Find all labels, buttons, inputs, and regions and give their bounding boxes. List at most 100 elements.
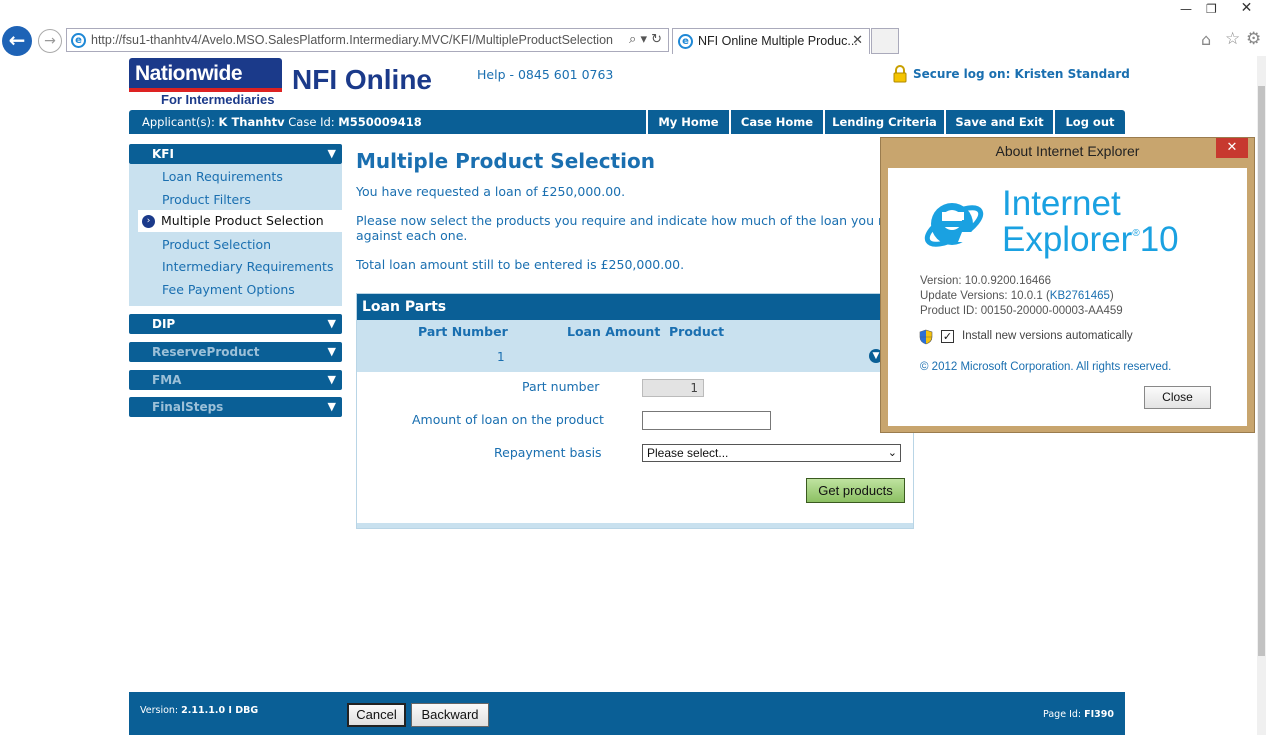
help-phone: Help - 0845 601 0763 xyxy=(477,67,614,82)
close-button[interactable]: Close xyxy=(1144,386,1211,409)
back-arrow-icon[interactable]: ← xyxy=(2,26,32,56)
backward-button[interactable]: Backward xyxy=(411,703,489,727)
sidebar-finalsteps-label: FinalSteps xyxy=(152,400,224,414)
forward-arrow-icon[interactable]: → xyxy=(38,29,62,53)
version-info: Version: 2.11.1.0 I DBG xyxy=(140,705,258,716)
ie-update-versions: Update Versions: 10.0.1 (KB2761465) xyxy=(920,290,1114,302)
dialog-close-icon[interactable]: ✕ xyxy=(1216,138,1248,158)
sidebar-section-reserveproduct[interactable]: ReserveProduct ▼ xyxy=(129,342,342,362)
sidebar-item-loan-requirements[interactable]: Loan Requirements xyxy=(162,169,283,184)
sidebar-kfi-label: KFI xyxy=(152,147,174,161)
nav-save-and-exit[interactable]: Save and Exit xyxy=(944,110,1053,134)
home-icon[interactable]: ⌂ xyxy=(1201,30,1211,49)
cancel-button[interactable]: Cancel xyxy=(347,703,406,727)
address-bar[interactable]: e http://fsu1-thanhtv4/Avelo.MSO.SalesPl… xyxy=(66,28,669,52)
kb-link[interactable]: KB2761465 xyxy=(1050,290,1110,302)
trademark-mark: ® xyxy=(1132,228,1140,239)
loan-parts-table-header: Part Number Loan Amount Product 1 ▼ xyxy=(357,320,913,372)
tab-title: NFI Online Multiple Produc... xyxy=(698,34,858,48)
applicant-name: K Thanhtv xyxy=(218,115,285,129)
part-number-label: Part number xyxy=(522,379,600,394)
window-close-icon[interactable]: ✕ xyxy=(1227,0,1266,20)
loan-parts-footer xyxy=(357,523,913,528)
secure-logon-text: Secure log on: Kristen Standard xyxy=(913,67,1130,81)
ie-name-line1: Internet xyxy=(1002,184,1121,223)
dialog-body: Internet Explorer®10 Version: 10.0.9200.… xyxy=(888,168,1247,426)
ie-version: Version: 10.0.9200.16466 xyxy=(920,275,1052,287)
logo-subtitle: For Intermediaries xyxy=(161,92,275,107)
ie-product-id: Product ID: 00150-20000-00003-AA459 xyxy=(920,305,1123,317)
sidebar-active-label: Multiple Product Selection xyxy=(161,213,324,228)
auto-update-checkbox[interactable]: ✓ xyxy=(941,330,954,343)
uac-shield-icon xyxy=(919,329,933,345)
kfi-panel: Loan Requirements Product Filters Produc… xyxy=(129,164,342,306)
nav-lending-criteria[interactable]: Lending Criteria xyxy=(823,110,944,134)
get-products-button[interactable]: Get products xyxy=(806,478,905,503)
page-id-value: FI390 xyxy=(1084,709,1114,720)
remaining-amount-text: Total loan amount still to be entered is… xyxy=(356,257,685,272)
dialog-title: About Internet Explorer xyxy=(995,143,1140,159)
sidebar-dip-label: DIP xyxy=(152,317,176,331)
chevron-down-icon: ▼ xyxy=(327,400,336,413)
amount-label: Amount of loan on the product xyxy=(412,412,604,427)
address-url[interactable]: http://fsu1-thanhtv4/Avelo.MSO.SalesPlat… xyxy=(91,33,613,47)
sidebar-section-dip[interactable]: DIP ▼ xyxy=(129,314,342,334)
tab-close-icon[interactable]: ✕ xyxy=(852,33,863,48)
instruction-text-line1: Please now select the products you requi… xyxy=(356,213,923,228)
star-icon[interactable]: ☆ xyxy=(1225,29,1240,49)
update-suffix: ) xyxy=(1109,290,1114,302)
chevron-down-icon: ▼ xyxy=(327,373,336,386)
sidebar-fma-label: FMA xyxy=(152,373,182,387)
copyright-link[interactable]: © 2012 Microsoft Corporation. All rights… xyxy=(920,361,1171,373)
sidebar-item-fee-payment-options[interactable]: Fee Payment Options xyxy=(162,282,295,297)
page-title: Multiple Product Selection xyxy=(356,149,655,173)
repayment-basis-label: Repayment basis xyxy=(494,445,602,460)
col-loan-amount: Loan Amount xyxy=(567,324,661,339)
about-ie-dialog: About Internet Explorer ✕ Internet Explo… xyxy=(880,137,1255,433)
ie-version-number: 10 xyxy=(1139,220,1179,259)
scrollbar-thumb[interactable] xyxy=(1258,86,1265,656)
nav-case-home[interactable]: Case Home xyxy=(729,110,823,134)
sidebar-item-intermediary-requirements[interactable]: Intermediary Requirements xyxy=(162,259,333,274)
sidebar-item-multiple-product-selection[interactable]: › Multiple Product Selection xyxy=(138,210,342,232)
part-number-field: 1 xyxy=(642,379,704,397)
instruction-text-line2: against each one. xyxy=(356,228,468,243)
ie-name-line2: Explorer®10 xyxy=(1002,220,1179,260)
chevron-down-icon: ▼ xyxy=(327,147,336,160)
internet-explorer-logo-icon xyxy=(924,203,984,247)
sidebar-reserveproduct-label: ReserveProduct xyxy=(152,345,260,359)
new-tab-button[interactable] xyxy=(871,28,899,54)
vertical-scrollbar[interactable] xyxy=(1257,56,1266,735)
page-id: Page Id: FI390 xyxy=(1043,709,1114,720)
site-title: NFI Online xyxy=(292,64,432,95)
gear-icon[interactable]: ⚙ xyxy=(1246,29,1261,49)
chevron-down-icon: ▼ xyxy=(327,317,336,330)
nav-log-out[interactable]: Log out xyxy=(1053,110,1125,134)
version-value: 2.11.1.0 I DBG xyxy=(181,705,259,716)
arrow-right-icon: › xyxy=(142,215,155,228)
sidebar-section-finalsteps[interactable]: FinalSteps ▼ xyxy=(129,397,342,417)
browser-tab[interactable]: e NFI Online Multiple Produc... ✕ xyxy=(672,28,870,54)
amount-input[interactable] xyxy=(642,411,771,430)
ie-name-explorer: Explorer xyxy=(1002,220,1133,259)
table-row-part-number[interactable]: 1 xyxy=(497,350,505,364)
search-refresh-icons[interactable]: ⌕ ▾ ↻ xyxy=(629,32,662,47)
tab-favicon-icon: e xyxy=(678,34,693,49)
loan-requested-text: You have requested a loan of £250,000.00… xyxy=(356,184,626,199)
chevron-down-icon: ▼ xyxy=(327,345,336,358)
sidebar-item-product-filters[interactable]: Product Filters xyxy=(162,192,251,207)
col-part-number: Part Number xyxy=(418,324,508,339)
auto-update-label: Install new versions automatically xyxy=(962,330,1133,342)
ie-favicon-icon: e xyxy=(71,33,86,48)
col-product: Product xyxy=(669,324,725,339)
sidebar-section-fma[interactable]: FMA ▼ xyxy=(129,370,342,390)
chevron-down-icon: ⌄ xyxy=(887,447,897,459)
window-minimize-icon[interactable]: — xyxy=(1180,2,1192,16)
nav-my-home[interactable]: My Home xyxy=(646,110,729,134)
sidebar-item-product-selection[interactable]: Product Selection xyxy=(162,237,271,252)
loan-parts-title: Loan Parts xyxy=(357,294,913,320)
window-restore-icon[interactable]: ❐ xyxy=(1206,2,1217,16)
repayment-basis-select[interactable]: Please select... ⌄ xyxy=(642,444,901,462)
sidebar-section-kfi[interactable]: KFI ▼ xyxy=(129,144,342,164)
applicant-label: Applicant(s): xyxy=(142,115,215,129)
